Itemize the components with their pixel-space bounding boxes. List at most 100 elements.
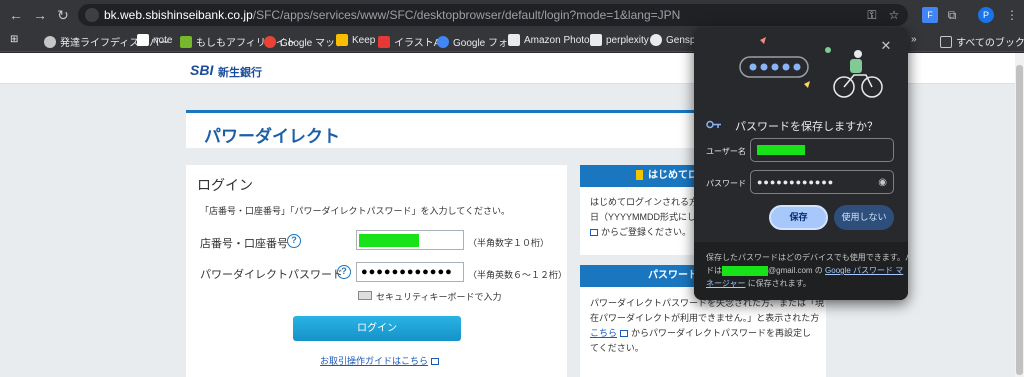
password-line: 在パワーダイレクトが利用できません。」と表示された方 xyxy=(590,313,820,323)
redacted-value xyxy=(359,234,419,247)
page-scrollbar[interactable] xyxy=(1015,53,1024,377)
apps-grid-icon[interactable]: ⊞ xyxy=(10,34,18,45)
password-line: こちら からパワーダイレクトパスワードを再設定し xyxy=(590,326,811,341)
external-link-icon xyxy=(620,330,629,338)
moshimo-icon xyxy=(180,35,192,48)
password-line-text: からパワーダイレクトパスワードを再設定し xyxy=(631,328,812,338)
extensions-puzzle-icon[interactable]: ⧉ xyxy=(944,7,960,23)
password-label: パスワード xyxy=(706,179,746,188)
close-icon[interactable]: ✕ xyxy=(879,39,893,53)
bookmark-label: Amazon Photos xyxy=(524,34,595,46)
bookmark-item[interactable]: perplexity xyxy=(590,34,649,46)
password-input[interactable]: ●●●●●●●●●●●● xyxy=(356,262,464,282)
note-icon xyxy=(137,34,149,46)
illustac-icon xyxy=(378,35,390,48)
bank-name-logo: 新生銀行 xyxy=(218,67,262,79)
account-number-input[interactable] xyxy=(356,230,464,250)
perplexity-icon xyxy=(590,34,602,46)
bookmark-item[interactable]: Google マップ xyxy=(264,34,345,49)
keyboard-icon[interactable] xyxy=(358,291,372,300)
first-time-line: はじめてログインされる方 xyxy=(590,197,699,207)
first-time-line-text: からご登録ください。 xyxy=(601,227,692,237)
url-text[interactable]: bk.web.sbishinseibank.co.jp/SFC/apps/ser… xyxy=(104,8,680,22)
help-icon[interactable]: ? xyxy=(287,234,301,248)
url-host: bk.web.sbishinseibank.co.jp xyxy=(104,8,253,22)
beginner-mark-icon xyxy=(636,170,643,181)
redacted-username xyxy=(757,145,805,155)
external-link-icon xyxy=(431,358,440,366)
back-arrow-icon[interactable]: ← xyxy=(8,7,24,23)
dialog-title: パスワードを保存しますか？ xyxy=(735,121,878,133)
never-button[interactable]: 使用しない xyxy=(834,205,894,230)
external-link-icon[interactable] xyxy=(590,229,598,237)
url-path: /SFC/apps/services/www/SFC/desktopbrowse… xyxy=(252,8,681,22)
profile-avatar[interactable]: P xyxy=(978,7,994,23)
password-dots: ●●●●●●●●●●●● xyxy=(757,177,835,187)
folder-icon xyxy=(940,35,952,48)
dialog-footer: 保存したパスワードはどのデバイスでも使用できます。パスワー ドは @gmail.c… xyxy=(694,242,908,300)
guide-link[interactable]: お取引操作ガイドはこちら xyxy=(320,354,440,367)
genspark-icon xyxy=(650,34,662,46)
site-info-icon[interactable] xyxy=(85,8,99,22)
extension-f-icon[interactable]: F xyxy=(922,7,938,23)
browser-toolbar: ← → ↻ bk.web.sbishinseibank.co.jp/SFC/ap… xyxy=(0,0,1024,30)
password-line: てください。 xyxy=(590,343,644,353)
footer-line: ドは @gmail.com の Google パスワード マ xyxy=(706,265,903,276)
bookmark-label: note xyxy=(153,34,173,46)
help-icon[interactable]: ? xyxy=(337,265,351,279)
bookmark-item[interactable]: Google フォト xyxy=(437,34,518,49)
maps-icon xyxy=(264,35,276,48)
footer-prefix: ドは xyxy=(706,266,722,275)
security-keyboard-link[interactable]: セキュリティキーボードで入力 xyxy=(376,290,501,303)
login-title: ログイン xyxy=(197,177,253,193)
password-field[interactable]: ●●●●●●●●●●●● ◉ xyxy=(750,170,894,194)
bookmark-label: Keep xyxy=(352,34,376,46)
password-dots: ●●●●●●●●●●●● xyxy=(361,266,453,278)
footer-suffix: に保存されます。 xyxy=(747,279,811,288)
key-icon xyxy=(706,120,721,129)
sbi-logo[interactable]: SBI xyxy=(190,62,213,78)
save-button[interactable]: 保存 xyxy=(769,205,828,230)
eye-icon[interactable]: ◉ xyxy=(878,177,887,188)
footer-email-suffix: @gmail.com の xyxy=(768,266,823,275)
redacted-email xyxy=(722,265,768,276)
first-time-line: からご登録ください。 xyxy=(590,225,691,240)
kochira-link[interactable]: こちら xyxy=(590,328,617,338)
all-bookmarks-label: すべてのブックマーク xyxy=(956,38,1024,49)
all-bookmarks-folder[interactable]: すべてのブックマーク xyxy=(940,34,1024,49)
account-note: （半角数字１０桁） xyxy=(468,238,550,248)
password-note: （半角英数６～１２桁） xyxy=(468,270,568,280)
login-card: ログイン 「店番号・口座番号」「パワーダイレクトパスワード」を入力してください。… xyxy=(186,165,567,377)
reload-icon[interactable]: ↻ xyxy=(55,7,71,23)
footer-line: ネージャー に保存されます。 xyxy=(706,278,811,289)
save-password-dialog: ✕ パスワードを保存しますか？ ユーザー名 パスワード ●●●●●●●●●●●●… xyxy=(694,27,908,300)
guide-link-text: お取引操作ガイドはこちら xyxy=(320,356,429,366)
username-field[interactable] xyxy=(750,138,894,162)
username-label: ユーザー名 xyxy=(706,147,746,156)
page-title: パワーダイレクト xyxy=(204,127,340,146)
bookmark-label: perplexity xyxy=(606,34,649,46)
bookmarks-overflow[interactable]: » xyxy=(911,34,917,45)
first-time-heading-text: はじめてロ xyxy=(648,170,698,181)
password-manager-link[interactable]: ネージャー xyxy=(706,279,745,288)
account-label: 店番号・口座番号 xyxy=(200,238,288,250)
password-key-icon[interactable]: ⚿ xyxy=(864,7,880,23)
bookmark-star-icon[interactable]: ☆ xyxy=(886,7,902,23)
bookmark-item[interactable]: Amazon Photos xyxy=(508,34,595,46)
password-manager-link[interactable]: Google パスワード マ xyxy=(825,266,903,275)
keep-icon xyxy=(336,34,348,46)
kebab-menu-icon[interactable]: ⋮ xyxy=(1004,7,1020,23)
first-time-line: 日（YYYYMMDD形式にし xyxy=(590,212,697,222)
bookmark-item[interactable]: note xyxy=(137,34,172,46)
login-description: 「店番号・口座番号」「パワーダイレクトパスワード」を入力してください。 xyxy=(200,206,510,216)
address-bar[interactable]: bk.web.sbishinseibank.co.jp/SFC/apps/ser… xyxy=(78,4,908,26)
forward-arrow-icon[interactable]: → xyxy=(32,7,48,23)
globe-icon xyxy=(44,35,56,48)
password-illustration xyxy=(739,37,883,98)
footer-line: 保存したパスワードはどのデバイスでも使用できます。パスワー xyxy=(706,253,908,262)
amazon-photos-icon xyxy=(508,34,520,46)
scroll-thumb[interactable] xyxy=(1016,65,1023,375)
login-button[interactable]: ログイン xyxy=(293,316,461,341)
bookmark-item[interactable]: Keep xyxy=(336,34,375,46)
password-label: パワーダイレクトパスワード xyxy=(200,269,343,281)
